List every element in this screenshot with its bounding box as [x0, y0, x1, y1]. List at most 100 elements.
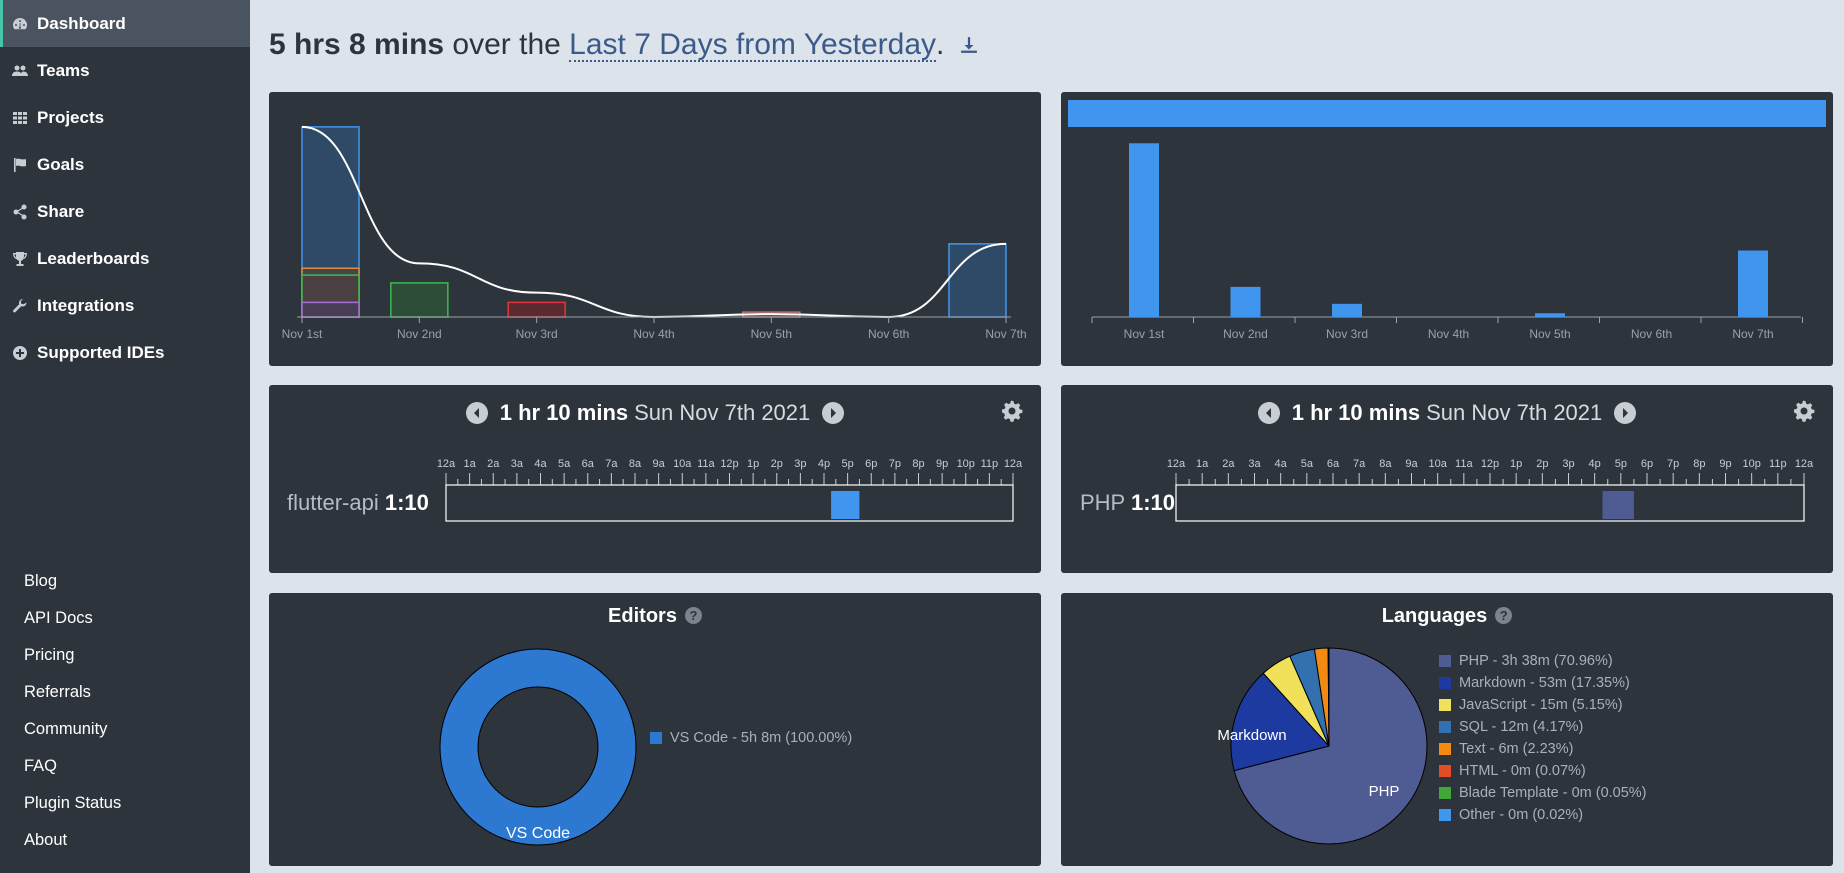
hour-tick-label: 6a [1327, 458, 1340, 470]
hour-tick-label: 12a [1004, 458, 1023, 470]
hour-tick-label: 2p [1536, 458, 1548, 470]
hour-tick-label: 8a [1379, 458, 1392, 470]
bar [507, 301, 566, 318]
grid-icon [10, 110, 30, 126]
nav-label: Dashboard [37, 13, 126, 33]
bar [1332, 303, 1362, 317]
footer-link-plugin-status[interactable]: Plugin Status [24, 794, 121, 813]
footer-link-faq[interactable]: FAQ [24, 757, 57, 776]
x-tick-label: Nov 1st [1124, 327, 1165, 341]
hour-tick-label: 6a [582, 458, 595, 470]
hour-tick-label: 10p [1742, 458, 1760, 470]
legend-item[interactable]: JavaScript - 15m (5.15%) [1439, 694, 1647, 716]
legend-swatch [1439, 743, 1451, 755]
nav-goals[interactable]: Goals [0, 141, 250, 188]
legend-swatch [1439, 677, 1451, 689]
nav-leaderboards[interactable]: Leaderboards [0, 235, 250, 282]
legend-item[interactable]: SQL - 12m (4.17%) [1439, 716, 1647, 738]
hour-tick-label: 8a [629, 458, 642, 470]
hour-tick-label: 5a [558, 458, 571, 470]
nav-label: Projects [37, 107, 105, 127]
bar [1230, 286, 1261, 317]
hour-tick-label: 12p [720, 458, 738, 470]
header-bar [1068, 100, 1826, 127]
timeline-track [445, 484, 1014, 522]
languages-legend: PHP - 3h 38m (70.96%) Markdown - 53m (17… [1439, 650, 1647, 826]
hour-tick-label: 9p [936, 458, 948, 470]
legend-item[interactable]: Other - 0m (0.02%) [1439, 804, 1647, 826]
footer-link-community[interactable]: Community [24, 720, 107, 739]
hour-tick-label: 12a [437, 458, 456, 470]
pie-slice-label: Markdown [1217, 727, 1286, 744]
dashboard-icon [10, 16, 30, 32]
nav-projects[interactable]: Projects [0, 94, 250, 141]
nav-supported-ides[interactable]: Supported IDEs [0, 329, 250, 376]
x-tick-label: Nov 6th [1631, 327, 1672, 341]
x-tick-label: Nov 3rd [1326, 327, 1368, 341]
bar [1535, 313, 1565, 317]
title-period: . [936, 28, 945, 61]
hour-tick-label: 11p [981, 458, 999, 470]
x-tick-label: Nov 5th [751, 327, 792, 341]
daily-bar-chart: Nov 1st Nov 2nd Nov 3rd Nov 4th Nov 5th Nov 6… [1068, 100, 1826, 341]
download-icon[interactable] [960, 36, 978, 54]
nav-label: Teams [37, 60, 90, 80]
hour-tick-label: 10a [673, 458, 692, 470]
footer-link-referrals[interactable]: Referrals [24, 683, 91, 702]
hour-tick-label: 10a [1428, 458, 1447, 470]
legend-item[interactable]: HTML - 0m (0.07%) [1439, 760, 1647, 782]
hour-tick-label: 10p [957, 458, 975, 470]
legend-item[interactable]: Blade Template - 0m (0.05%) [1439, 782, 1647, 804]
hour-tick-label: 9a [653, 458, 666, 470]
total-time: 5 hrs 8 mins [269, 28, 445, 61]
legend-item[interactable]: Text - 6m (2.23%) [1439, 738, 1647, 760]
hour-tick-label: 6p [1641, 458, 1653, 470]
x-tick-label: Nov 6th [868, 327, 909, 341]
legend-label: SQL - 12m (4.17%) [1459, 719, 1584, 735]
legend-item[interactable]: Markdown - 53m (17.35%) [1439, 672, 1647, 694]
date-range-link[interactable]: Last 7 Days from Yesterday [569, 30, 937, 62]
footer-link-api-docs[interactable]: API Docs [24, 609, 93, 628]
bar [1129, 143, 1159, 317]
legend-swatch [1439, 787, 1451, 799]
legend-item[interactable]: VS Code - 5h 8m (100.00%) [650, 727, 852, 749]
hour-tick-label: 3a [511, 458, 524, 470]
plus-circle-icon [10, 345, 30, 361]
hour-tick-label: 2p [771, 458, 783, 470]
nav-dashboard[interactable]: Dashboard [0, 0, 250, 47]
languages-timeline: 12a 1a 2a 3a 4a 5a 6a 7a 8a 9a 10a 11a 12p 1p 2p 3p 4p 5p… [1167, 458, 1814, 522]
footer-link-pricing[interactable]: Pricing [24, 646, 74, 665]
activity-bar [1602, 491, 1634, 519]
daily-stacked-chart: Nov 1st Nov 2nd Nov 3rd Nov 4th Nov 5th Nov 6… [282, 125, 1027, 341]
x-tick-label: Nov 7th [985, 327, 1026, 341]
hour-tick-label: 3p [794, 458, 806, 470]
languages-panel: Languages? PHP Markdown PHP - 3h 38m (70.… [1061, 593, 1833, 866]
nav-label: Integrations [37, 295, 135, 315]
hour-tick-label: 1a [464, 458, 477, 470]
donut-slice-label: VS Code [506, 825, 570, 842]
bar [948, 243, 1007, 318]
nav-teams[interactable]: Teams [0, 47, 250, 94]
footer-link-about[interactable]: About [24, 831, 67, 850]
hour-tick-label: 5a [1301, 458, 1314, 470]
activity-bar [831, 491, 860, 519]
hour-tick-label: 7p [889, 458, 901, 470]
hour-tick-label: 5p [842, 458, 854, 470]
x-tick-label: Nov 5th [1529, 327, 1570, 341]
x-tick-label: Nov 4th [1428, 327, 1469, 341]
hour-tick-label: 4p [818, 458, 830, 470]
legend-swatch [1439, 809, 1451, 821]
hour-tick-label: 7a [1353, 458, 1366, 470]
legend-swatch [1439, 655, 1451, 667]
footer-link-blog[interactable]: Blog [24, 572, 57, 591]
hour-tick-label: 3p [1562, 458, 1574, 470]
hour-tick-label: 1p [747, 458, 759, 470]
nav-share[interactable]: Share [0, 188, 250, 235]
hour-tick-label: 1a [1196, 458, 1209, 470]
hour-tick-label: 4a [534, 458, 547, 470]
hour-tick-label: 4a [1275, 458, 1288, 470]
nav-label: Supported IDEs [37, 342, 165, 362]
nav-integrations[interactable]: Integrations [0, 282, 250, 329]
hour-tick-label: 2a [1222, 458, 1235, 470]
legend-item[interactable]: PHP - 3h 38m (70.96%) [1439, 650, 1647, 672]
